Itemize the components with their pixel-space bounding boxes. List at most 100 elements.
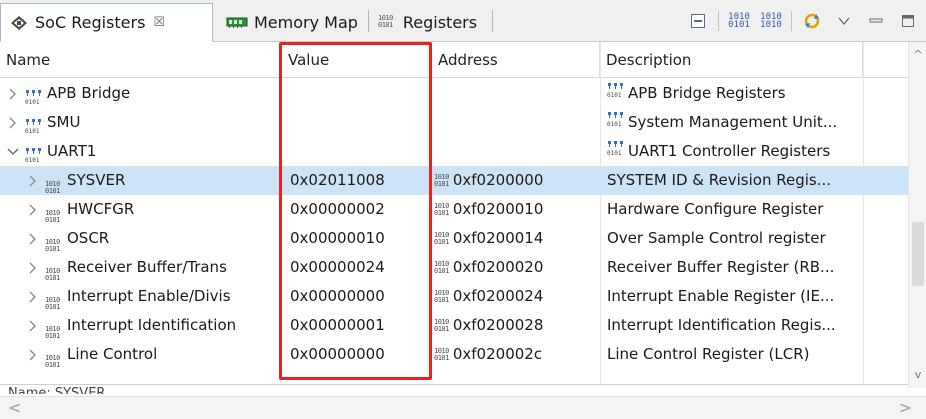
chevron-right-icon[interactable] xyxy=(26,166,40,195)
description-cell: Line Control Register (LCR) xyxy=(607,340,865,369)
description-cell: Hardware Configure Register xyxy=(607,195,865,224)
name-cell: 1010 0101 SYSVER xyxy=(0,166,284,195)
chevron-right-icon[interactable] xyxy=(6,79,20,108)
address-cell: 1010 0101 0xf0200014 xyxy=(434,224,600,253)
address-cell xyxy=(434,79,600,108)
binary-format-button[interactable]: 1010 1010 xyxy=(759,9,783,33)
column-header-value[interactable]: Value xyxy=(282,42,432,78)
register-name: SMU xyxy=(47,113,81,131)
value-cell[interactable] xyxy=(287,108,431,137)
register-name: Receiver Buffer/Trans xyxy=(67,258,227,276)
register-row[interactable]: 1010 0101 Interrupt Identification 0x000000… xyxy=(0,311,908,340)
view-menu-button[interactable] xyxy=(832,9,856,33)
register-icon: 1010 0101 xyxy=(45,208,60,224)
value-cell[interactable]: 0x00000002 xyxy=(287,195,431,224)
tree-group-row[interactable]: 0101 APB Bridge 0101 APB Bridge Registers xyxy=(0,79,908,108)
column-header-address[interactable]: Address xyxy=(432,42,600,78)
chevron-right-icon[interactable] xyxy=(26,340,40,369)
register-tree-table: Name Value Address Description 0101 APB B… xyxy=(0,42,908,384)
peripheral-group-icon: 0101 xyxy=(607,79,625,108)
description-cell: Receiver Buffer Register (RB... xyxy=(607,253,865,282)
minimize-button[interactable] xyxy=(864,9,888,33)
register-row[interactable]: 1010 0101 HWCFGR 0x00000002 1010 0101 0xf02000… xyxy=(0,195,908,224)
refresh-icon xyxy=(804,13,820,29)
svg-text:0101: 0101 xyxy=(607,121,622,127)
scroll-up-icon[interactable]: ^ xyxy=(909,46,926,64)
value-cell[interactable]: 0x02011008 xyxy=(287,166,431,195)
column-header-name[interactable]: Name xyxy=(0,42,282,78)
register-name: HWCFGR xyxy=(67,200,135,218)
description-text: APB Bridge Registers xyxy=(628,84,786,102)
chevron-right-icon[interactable] xyxy=(26,311,40,340)
register-row[interactable]: 1010 0101 Receiver Buffer/Trans 0x00000024 1… xyxy=(0,253,908,282)
description-text: Hardware Configure Register xyxy=(607,200,824,218)
chevron-right-icon[interactable] xyxy=(26,253,40,282)
value-cell[interactable] xyxy=(287,137,431,166)
register-row[interactable]: 1010 0101 SYSVER 0x02011008 1010 0101 0xf02000… xyxy=(0,166,908,195)
collapse-all-button[interactable] xyxy=(686,9,710,33)
chevron-right-icon[interactable] xyxy=(26,282,40,311)
toolbar-separator xyxy=(718,11,719,31)
view-toolbar: 1010 0101 1010 1010 xyxy=(686,8,920,34)
description-cell: 0101 System Management Unit... xyxy=(607,108,865,137)
register-row[interactable]: 1010 0101 OSCR 0x00000010 1010 0101 0xf0200014… xyxy=(0,224,908,253)
address-text: 0xf0200010 xyxy=(452,200,544,218)
chevron-down-icon xyxy=(838,17,850,26)
tab-memory-map[interactable]: Memory Map xyxy=(218,4,366,40)
value-cell[interactable]: 0x00000024 xyxy=(287,253,431,282)
name-cell: 1010 0101 Line Control xyxy=(0,340,284,369)
address-icon: 1010 0101 xyxy=(434,201,449,217)
view-tab-bar: SoC Registers ☒ Memory Map 1010 0101 Regi… xyxy=(0,0,926,42)
hex-format-icon: 1010 0101 xyxy=(728,12,750,30)
scroll-right-icon[interactable]: > xyxy=(899,397,912,419)
address-cell: 1010 0101 0xf0200020 xyxy=(434,253,600,282)
register-icon: 1010 0101 xyxy=(45,237,60,253)
detail-pane: Name: SYSVER xyxy=(0,384,908,394)
value-cell[interactable]: 0x00000000 xyxy=(287,282,431,311)
tab-soc-registers[interactable]: SoC Registers ☒ xyxy=(0,3,213,42)
hex-format-button[interactable]: 1010 0101 xyxy=(727,9,751,33)
register-icon: 1010 0101 xyxy=(45,266,60,282)
refresh-button[interactable] xyxy=(800,9,824,33)
name-cell: 1010 0101 Interrupt Enable/Divis xyxy=(0,282,284,311)
description-text: Line Control Register (LCR) xyxy=(607,345,810,363)
chevron-right-icon[interactable] xyxy=(6,108,20,137)
description-cell: SYSTEM ID & Revision Regis... xyxy=(607,166,865,195)
address-cell: 1010 0101 0xf020002c xyxy=(434,340,600,369)
minimize-icon xyxy=(869,18,883,23)
scrollbar-thumb[interactable] xyxy=(912,222,924,286)
value-cell[interactable]: 0x00000010 xyxy=(287,224,431,253)
tree-group-row[interactable]: 0101 UART1 0101 UART1 Controller Registers xyxy=(0,137,908,166)
scroll-down-icon[interactable]: v xyxy=(909,366,926,384)
chevron-down-icon[interactable] xyxy=(6,137,20,166)
chevron-right-icon[interactable] xyxy=(26,224,40,253)
column-header-description[interactable]: Description xyxy=(600,42,863,78)
maximize-button[interactable] xyxy=(896,9,920,33)
value-cell[interactable] xyxy=(287,79,431,108)
value-cell[interactable]: 0x00000001 xyxy=(287,311,431,340)
horizontal-scrollbar[interactable]: < > xyxy=(0,396,926,419)
address-text: 0xf0200028 xyxy=(452,316,544,334)
tab-divider xyxy=(492,10,493,32)
vertical-scrollbar[interactable]: ^ v xyxy=(908,42,926,388)
name-cell: 1010 0101 HWCFGR xyxy=(0,195,284,224)
register-name: APB Bridge xyxy=(47,84,131,102)
close-tab-icon[interactable]: ☒ xyxy=(153,15,165,30)
description-text: Over Sample Control register xyxy=(607,229,826,247)
address-icon: 1010 0101 xyxy=(434,346,449,362)
description-cell: 0101 UART1 Controller Registers xyxy=(607,137,865,166)
register-name: Interrupt Enable/Divis xyxy=(67,287,231,305)
register-row[interactable]: 1010 0101 Line Control 0x00000000 1010 0101 0x… xyxy=(0,340,908,369)
value-cell[interactable]: 0x00000000 xyxy=(287,340,431,369)
memory-chip-icon xyxy=(226,15,248,29)
register-row[interactable]: 1010 0101 Interrupt Enable/Divis 0x00000000… xyxy=(0,282,908,311)
address-icon: 1010 0101 xyxy=(434,259,449,275)
chevron-right-icon[interactable] xyxy=(26,195,40,224)
tab-registers[interactable]: 1010 0101 Registers xyxy=(370,4,490,40)
name-cell: 1010 0101 Interrupt Identification xyxy=(0,311,284,340)
tree-group-row[interactable]: 0101 SMU 0101 System Management Unit... xyxy=(0,108,908,137)
peripheral-group-icon: 0101 xyxy=(607,108,625,137)
scroll-left-icon[interactable]: < xyxy=(8,397,21,419)
register-icon: 1010 0101 xyxy=(45,179,60,195)
name-cell: 1010 0101 Receiver Buffer/Trans xyxy=(0,253,284,282)
